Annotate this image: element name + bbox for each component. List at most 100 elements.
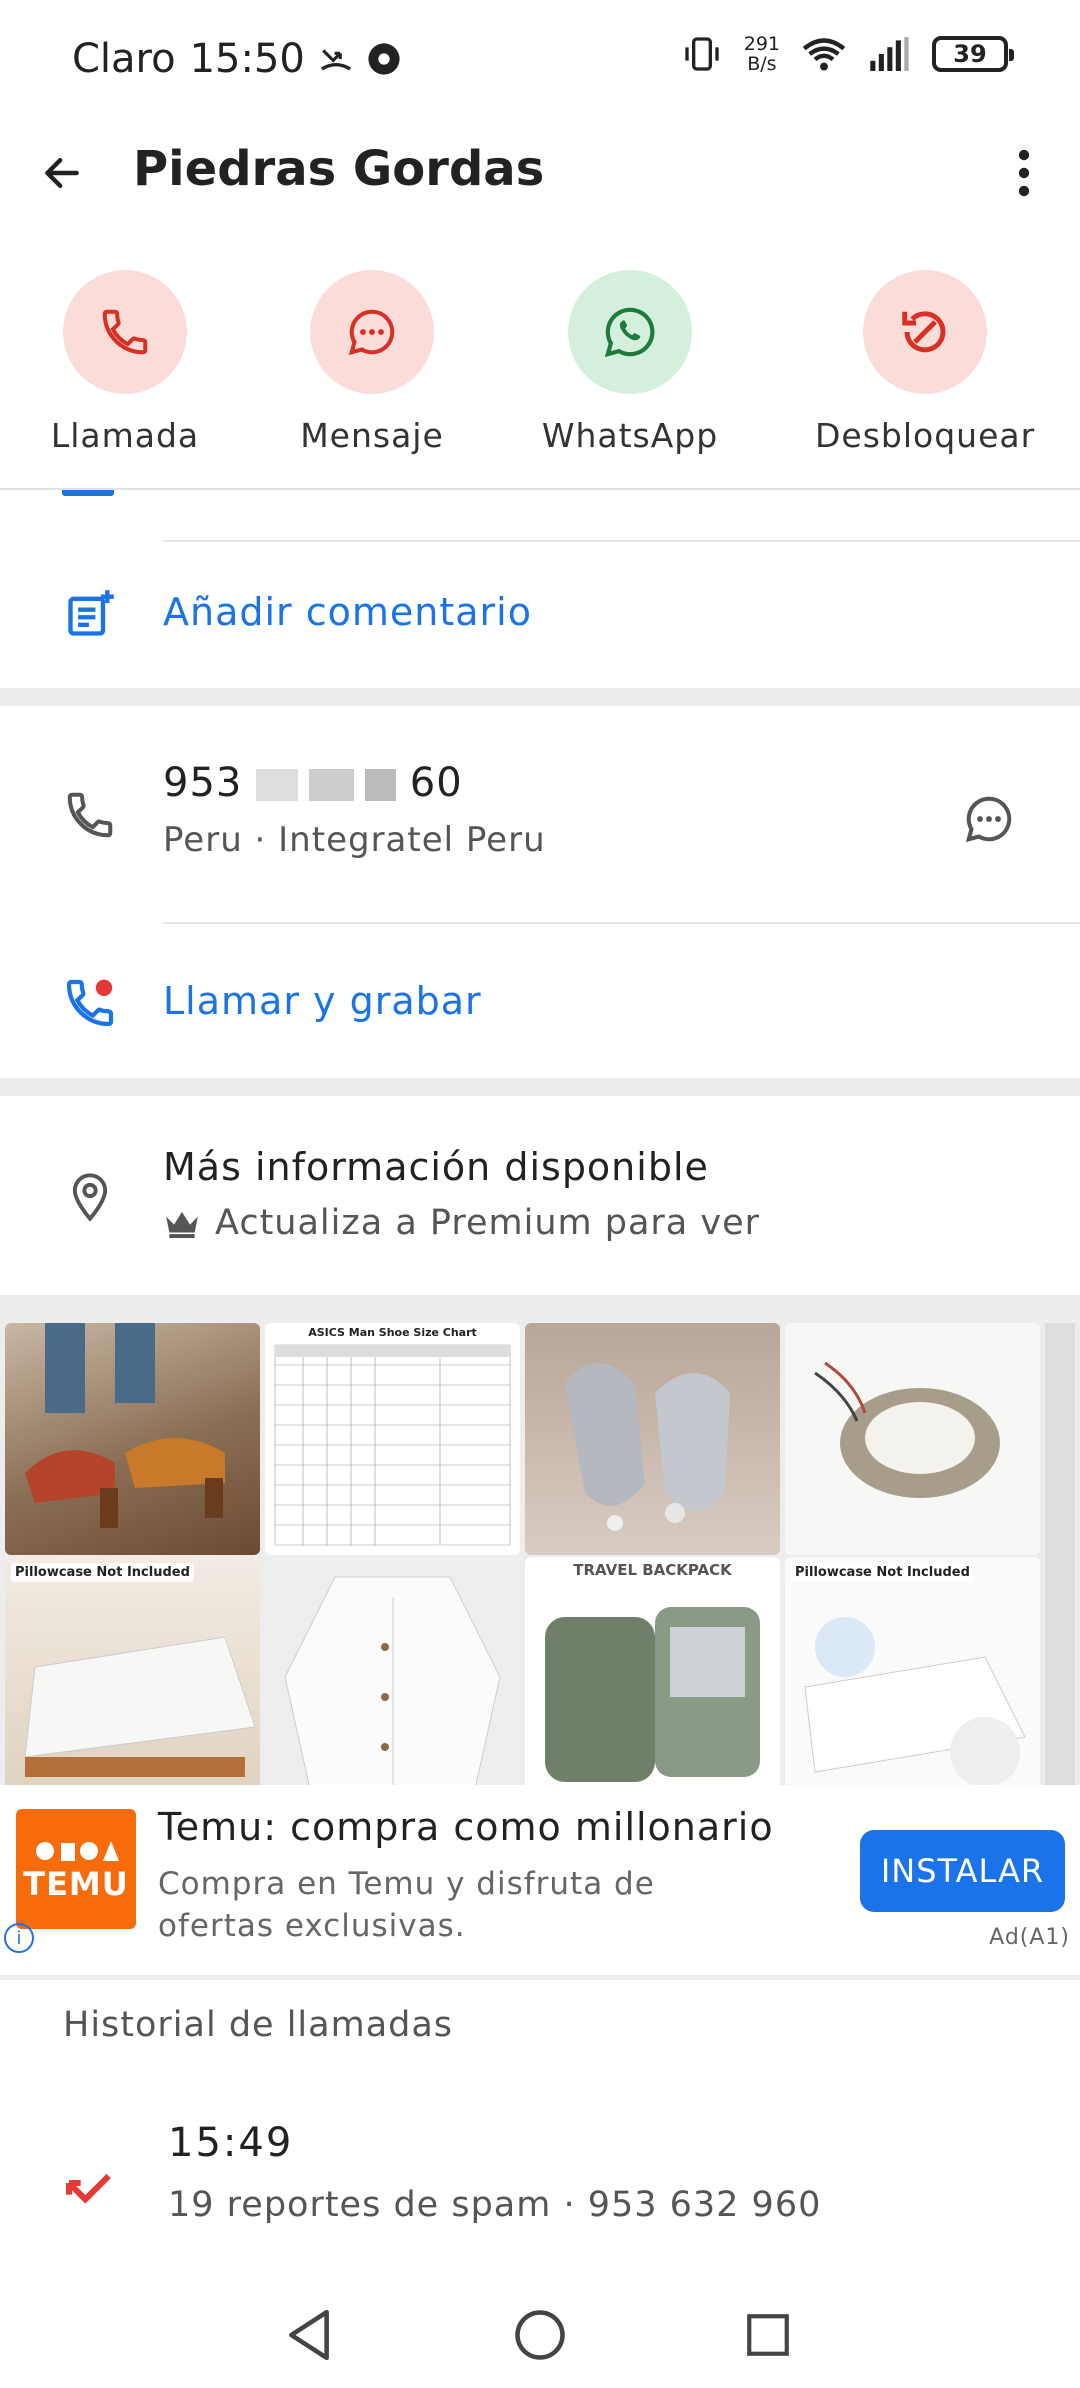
whatsapp-action[interactable]: WhatsApp <box>520 270 740 455</box>
location-pin-icon <box>60 1167 120 1227</box>
more-options-button[interactable] <box>996 143 1052 203</box>
page-title: Piedras Gordas <box>133 141 545 197</box>
phone-number-end: 60 <box>409 760 463 806</box>
backpack-caption: TRAVEL BACKPACK <box>573 1561 732 1579</box>
whatsapp-action-circle[interactable] <box>568 270 692 394</box>
section-divider <box>0 1975 1080 1980</box>
ad-description: Compra en Temu y disfruta de ofertas exc… <box>158 1866 655 1944</box>
call-record-icon <box>60 973 120 1033</box>
more-info-title: Más información disponible <box>163 1145 709 1189</box>
status-left: Claro 15:50 <box>72 36 401 82</box>
unblock-action-label: Desbloquear <box>815 416 1036 455</box>
back-button[interactable] <box>30 141 94 205</box>
size-chart-caption: ASICS Man Shoe Size Chart <box>308 1326 477 1339</box>
message-action[interactable]: Mensaje <box>262 270 482 455</box>
triangle-back-icon <box>289 2309 329 2361</box>
premium-upsell[interactable]: Actualiza a Premium para ver <box>163 1203 760 1243</box>
message-icon <box>348 309 395 356</box>
phone-number-start: 953 <box>163 760 243 806</box>
mattress-protector-image[interactable]: Pillowcase Not Included <box>785 1557 1040 1789</box>
size-chart-image[interactable]: ASICS Man Shoe Size Chart <box>265 1323 520 1555</box>
square-recents-icon <box>747 2314 789 2356</box>
temu-brand-text: TEMU <box>23 1865 129 1903</box>
sandals-image[interactable] <box>5 1323 260 1555</box>
phone-icon <box>102 309 148 355</box>
add-comment-row[interactable]: Añadir comentario <box>0 578 1080 658</box>
ad-banner[interactable]: TEMU Temu: compra como millonario Compra… <box>0 1785 1080 1975</box>
ad-info-icon[interactable]: i <box>4 1923 34 1953</box>
nav-home-button[interactable] <box>500 2300 580 2370</box>
carrier-name: Claro <box>72 36 176 82</box>
pillowcase-caption: Pillowcase Not Included <box>11 1563 194 1582</box>
section-divider <box>0 1295 1080 1320</box>
more-info-row[interactable]: Más información disponible Actualiza a P… <box>0 1145 1080 1255</box>
whatsapp-icon <box>604 307 655 358</box>
phone-carrier: Peru · Integratel Peru <box>163 820 546 860</box>
section-divider <box>0 1078 1080 1096</box>
more-vert-icon <box>1018 149 1030 197</box>
temu-logo[interactable]: TEMU <box>16 1809 136 1929</box>
backpack-image[interactable]: TRAVEL BACKPACK <box>525 1557 780 1789</box>
premium-upsell-text: Actualiza a Premium para ver <box>215 1203 761 1243</box>
phone-number: 953 60 <box>163 760 463 806</box>
net-speed-unit: B/s <box>747 53 777 75</box>
note-add-icon <box>60 584 120 644</box>
contact-actions: Llamada Mensaje WhatsApp Desbloquear <box>0 270 1080 455</box>
status-bar: Claro 15:50 291 B/s 39 <box>0 0 1080 125</box>
missed-call-icon <box>62 2162 118 2218</box>
missed-call-status-icon <box>320 49 351 71</box>
call-action-label: Llamada <box>50 416 200 455</box>
wifi-icon <box>802 38 846 71</box>
divider <box>163 922 1080 924</box>
unblock-action-circle[interactable] <box>863 270 987 394</box>
whatsapp-action-label: WhatsApp <box>541 416 719 455</box>
circle-home-icon <box>515 2310 565 2360</box>
ad-image-grid[interactable]: ASICS Man Shoe Size Chart Pillowcase Not… <box>0 1320 1080 1789</box>
grid-scroll-edge <box>1045 1323 1075 1785</box>
sync-status-icon <box>368 43 400 75</box>
temu-mascots-icon <box>36 1841 119 1861</box>
status-time: 15:50 <box>189 36 305 82</box>
scrolled-row-remnant <box>0 490 1080 500</box>
crown-icon <box>166 1211 198 1239</box>
message-action-label: Mensaje <box>300 416 444 455</box>
send-message-button[interactable] <box>955 785 1023 853</box>
mattress-cover-image[interactable]: Pillowcase Not Included <box>5 1557 260 1789</box>
battery-level: 39 <box>953 40 987 68</box>
phone-icon <box>60 785 120 845</box>
nav-back-button[interactable] <box>270 2300 350 2370</box>
sneakers-image[interactable] <box>525 1323 780 1555</box>
app-bar: Piedras Gordas <box>0 125 1080 215</box>
arrow-back-icon <box>45 157 79 189</box>
net-speed-value: 291 <box>743 33 780 55</box>
unblock-icon <box>902 311 946 353</box>
message-action-circle[interactable] <box>310 270 434 394</box>
install-button[interactable]: INSTALAR <box>860 1830 1065 1912</box>
call-action[interactable]: Llamada <box>15 270 235 455</box>
vibrate-icon <box>685 37 719 71</box>
unblock-action[interactable]: Desbloquear <box>815 270 1035 455</box>
pillowcase-caption: Pillowcase Not Included <box>791 1563 974 1582</box>
phone-number-row[interactable]: 953 60 Peru · Integratel Peru <box>0 760 1080 900</box>
system-nav-bar <box>0 2280 1080 2388</box>
call-action-circle[interactable] <box>63 270 187 394</box>
call-history-detail: 19 reportes de spam · 953 632 960 <box>168 2185 822 2225</box>
ad-label: Ad(A1) <box>989 1925 1070 1950</box>
ad-title[interactable]: Temu: compra como millonario <box>158 1805 774 1849</box>
signal-icon <box>870 37 909 71</box>
call-history-time: 15:49 <box>168 2120 294 2166</box>
message-icon <box>965 796 1012 843</box>
led-light-image[interactable] <box>785 1323 1040 1555</box>
nav-recents-button[interactable] <box>728 2300 808 2370</box>
divider <box>163 540 1080 542</box>
white-jacket-image[interactable] <box>265 1557 520 1789</box>
status-right: 291 B/s 39 <box>682 34 1014 74</box>
call-and-record-row[interactable]: Llamar y grabar <box>0 965 1080 1045</box>
call-history-item[interactable] <box>0 2110 1080 2250</box>
call-and-record-label: Llamar y grabar <box>163 979 482 1023</box>
scrolled-icon-remnant <box>62 490 114 496</box>
redacted-digits <box>256 769 397 801</box>
add-comment-label: Añadir comentario <box>163 590 532 634</box>
battery-indicator: 39 <box>932 36 1014 72</box>
net-speed: 291 B/s <box>744 34 780 74</box>
